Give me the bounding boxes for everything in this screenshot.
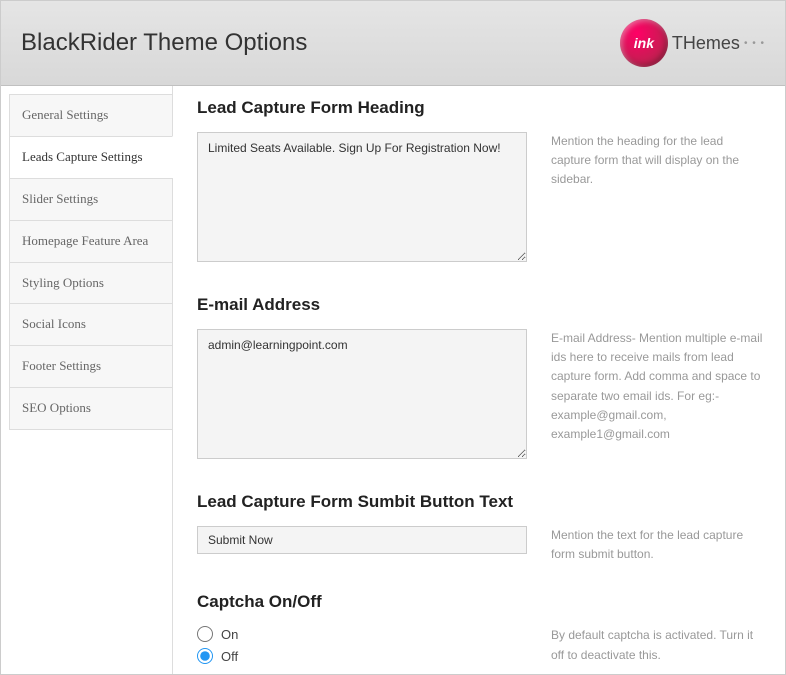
- radio-label: On: [221, 627, 238, 642]
- section-email: E-mail Address E-mail Address- Mention m…: [197, 295, 765, 464]
- section-title: Lead Capture Form Heading: [197, 98, 765, 118]
- sidebar-item-homepage-feature[interactable]: Homepage Feature Area: [9, 220, 173, 262]
- sidebar-item-seo[interactable]: SEO Options: [9, 387, 173, 430]
- email-textarea[interactable]: [197, 329, 527, 459]
- sidebar: General Settings Leads Capture Settings …: [1, 86, 173, 674]
- captcha-on-option[interactable]: On: [197, 626, 527, 642]
- help-text: Mention the text for the lead capture fo…: [551, 526, 765, 564]
- section-submit-text: Lead Capture Form Sumbit Button Text Men…: [197, 492, 765, 564]
- header: BlackRider Theme Options ink THemes • • …: [1, 1, 785, 86]
- logo-icon: ink: [620, 19, 668, 67]
- captcha-off-option[interactable]: Off: [197, 648, 527, 664]
- submit-text-input[interactable]: [197, 526, 527, 554]
- captcha-radio-group: On Off: [197, 626, 527, 664]
- radio-label: Off: [221, 649, 238, 664]
- sidebar-item-leads-capture[interactable]: Leads Capture Settings: [9, 136, 173, 178]
- sidebar-item-slider[interactable]: Slider Settings: [9, 178, 173, 220]
- section-title: Lead Capture Form Sumbit Button Text: [197, 492, 765, 512]
- sidebar-item-social-icons[interactable]: Social Icons: [9, 303, 173, 345]
- section-title: E-mail Address: [197, 295, 765, 315]
- content-area: Lead Capture Form Heading Mention the he…: [172, 86, 785, 674]
- section-lead-heading: Lead Capture Form Heading Mention the he…: [197, 98, 765, 267]
- logo-text: THemes: [672, 33, 740, 54]
- logo-dots-icon: • • •: [744, 38, 765, 49]
- section-title: Captcha On/Off: [197, 592, 765, 612]
- page-title: BlackRider Theme Options: [21, 29, 307, 57]
- captcha-off-radio[interactable]: [197, 648, 213, 664]
- sidebar-item-footer[interactable]: Footer Settings: [9, 345, 173, 387]
- sidebar-item-general[interactable]: General Settings: [9, 94, 173, 136]
- brand-logo: ink THemes • • •: [620, 19, 765, 67]
- section-captcha: Captcha On/Off On Off By default ca: [197, 592, 765, 664]
- captcha-on-radio[interactable]: [197, 626, 213, 642]
- help-text: By default captcha is activated. Turn it…: [551, 626, 765, 664]
- help-text: Mention the heading for the lead capture…: [551, 132, 765, 190]
- help-text: E-mail Address- Mention multiple e-mail …: [551, 329, 765, 444]
- sidebar-item-styling[interactable]: Styling Options: [9, 262, 173, 304]
- lead-heading-textarea[interactable]: [197, 132, 527, 262]
